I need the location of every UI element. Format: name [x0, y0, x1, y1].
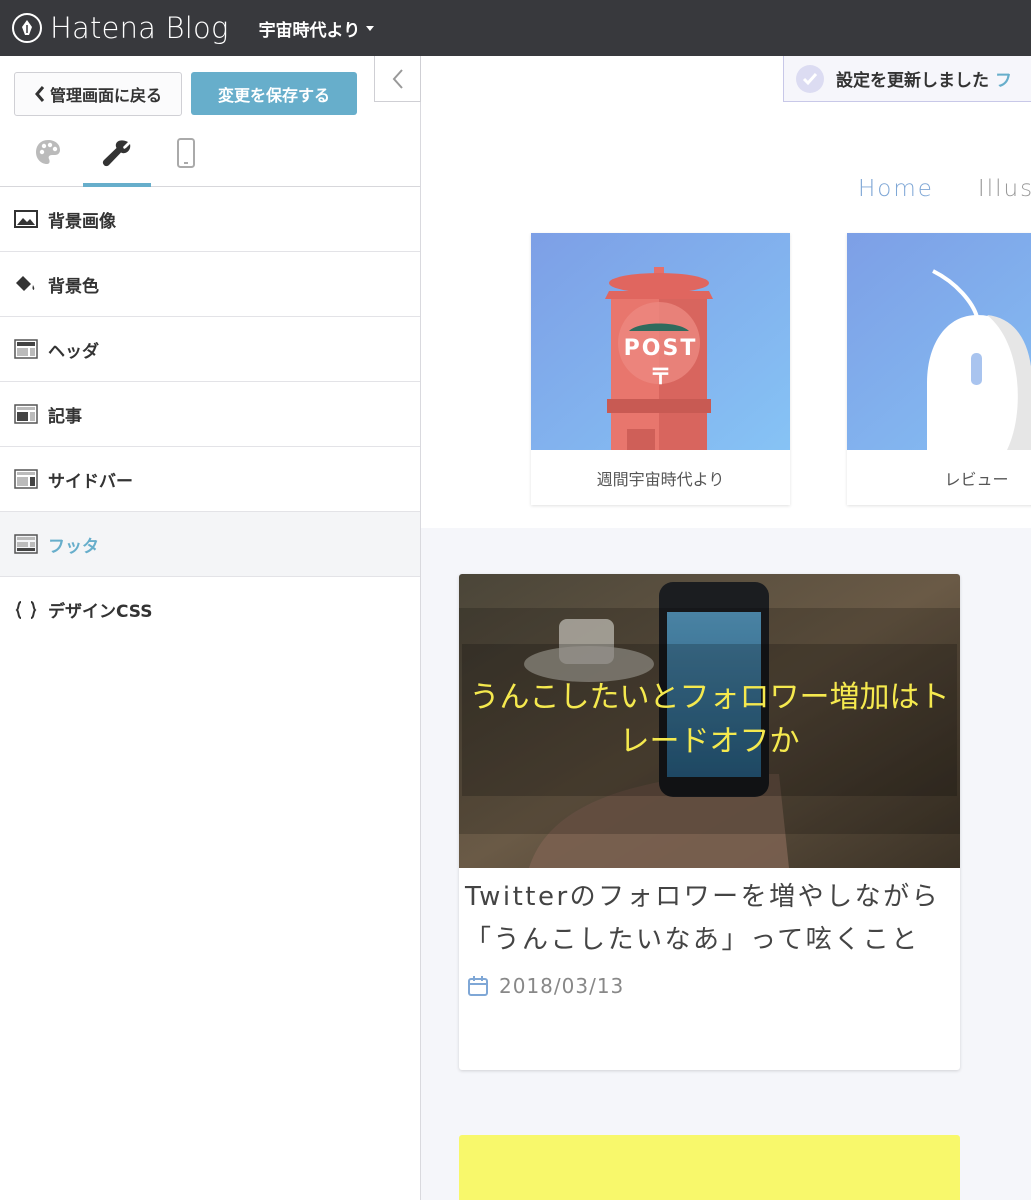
menu-item-label: デザインCSS [48, 602, 153, 622]
menu-item-footer[interactable]: フッタ [0, 512, 420, 577]
tab-smartphone[interactable] [152, 130, 220, 187]
post-date: 2018/03/13 [467, 974, 624, 998]
calendar-icon [467, 975, 489, 997]
design-tabs [0, 130, 220, 187]
chevron-left-icon [392, 68, 403, 89]
wrench-icon [102, 140, 131, 167]
layout-header-icon [14, 339, 38, 359]
braces-icon [14, 600, 38, 620]
notice-link[interactable]: フ [995, 66, 1012, 91]
collapse-sidebar-button[interactable] [374, 56, 421, 102]
postal-mark-icon: 〒 [649, 365, 672, 390]
save-changes-button[interactable]: 変更を保存する [191, 72, 357, 115]
menu-item-article[interactable]: 記事 [0, 382, 420, 447]
post-thumbnail: うんこしたいとフォロワー増加はトレードオフか [459, 574, 960, 868]
chevron-left-icon [34, 85, 46, 103]
mailbox-post-text: POST [623, 336, 698, 361]
blog-name: 宇宙時代より [258, 20, 361, 41]
top-bar: Hatena Blog 宇宙時代より [0, 0, 1031, 56]
menu-item-header[interactable]: ヘッダ [0, 317, 420, 382]
image-icon [14, 209, 38, 229]
menu-item-label: サイドバー [48, 471, 133, 492]
category-card-weekly[interactable]: POST 〒 週間宇宙時代より [531, 233, 790, 505]
nav-home[interactable]: Home [858, 176, 934, 202]
checkmark-icon [796, 64, 824, 93]
back-to-admin-button[interactable]: 管理画面に戻る [14, 72, 182, 116]
save-notice: 設定を更新しました フ [783, 56, 1031, 102]
layout-article-icon [14, 404, 38, 424]
menu-item-label: 記事 [48, 406, 82, 427]
paint-bucket-icon [14, 274, 38, 294]
notice-text: 設定を更新しました [836, 71, 989, 91]
menu-item-design-css[interactable]: デザインCSS [0, 577, 420, 642]
blog-preview: 設定を更新しました フ Home Illust [421, 56, 1031, 1200]
post-title[interactable]: Twitterのフォロワーを増やしながら「うんこしたいなあ」って呟くこと [465, 876, 960, 962]
logo-text: Hatena Blog [50, 11, 229, 45]
layout-sidebar-icon [14, 469, 38, 489]
post-date-text: 2018/03/13 [499, 974, 625, 998]
preview-header: 設定を更新しました フ Home Illust [421, 56, 1031, 528]
category-card-review[interactable]: レビュー [847, 233, 1031, 505]
nav-illust[interactable]: Illust [978, 176, 1031, 202]
blog-nav: Home Illust [858, 176, 1031, 202]
tab-customize-design[interactable] [14, 130, 82, 187]
post-thumbnail-title: うんこしたいとフォロワー増加はトレードオフか [469, 680, 950, 759]
menu-item-sidebar[interactable]: サイドバー [0, 447, 420, 512]
design-sidebar: 管理画面に戻る 変更を保存する 背景画像 背景色 ヘッダ 記事 サイドバー フッ… [0, 56, 421, 1200]
menu-item-label: 背景画像 [48, 211, 116, 232]
palette-icon [36, 140, 60, 164]
pen-nib-icon [12, 13, 42, 43]
menu-item-label: 背景色 [48, 276, 99, 297]
menu-item-label: ヘッダ [48, 341, 99, 362]
design-menu: 背景画像 背景色 ヘッダ 記事 サイドバー フッタ デザインCSS [0, 187, 420, 642]
menu-item-background-image[interactable]: 背景画像 [0, 187, 420, 252]
next-post-card[interactable] [459, 1135, 960, 1200]
mailbox-illustration: POST 〒 [531, 233, 790, 450]
smartphone-icon [177, 138, 195, 168]
sidebar-header: 管理画面に戻る 変更を保存する [0, 56, 421, 187]
caret-down-icon [366, 25, 375, 31]
category-caption: 週間宇宙時代より [596, 469, 725, 489]
menu-item-label: フッタ [48, 536, 99, 557]
post-card[interactable]: うんこしたいとフォロワー増加はトレードオフか Twitterのフォロワーを増やし… [459, 574, 960, 1070]
category-caption: レビュー [944, 469, 1009, 489]
layout-footer-icon [14, 534, 38, 554]
tab-customize[interactable] [83, 130, 151, 187]
hatena-blog-logo[interactable]: Hatena Blog [12, 11, 229, 45]
menu-item-background-color[interactable]: 背景色 [0, 252, 420, 317]
back-button-label: 管理画面に戻る [49, 86, 162, 105]
mouse-illustration [847, 233, 1031, 450]
blog-switcher[interactable]: 宇宙時代より [259, 16, 375, 41]
